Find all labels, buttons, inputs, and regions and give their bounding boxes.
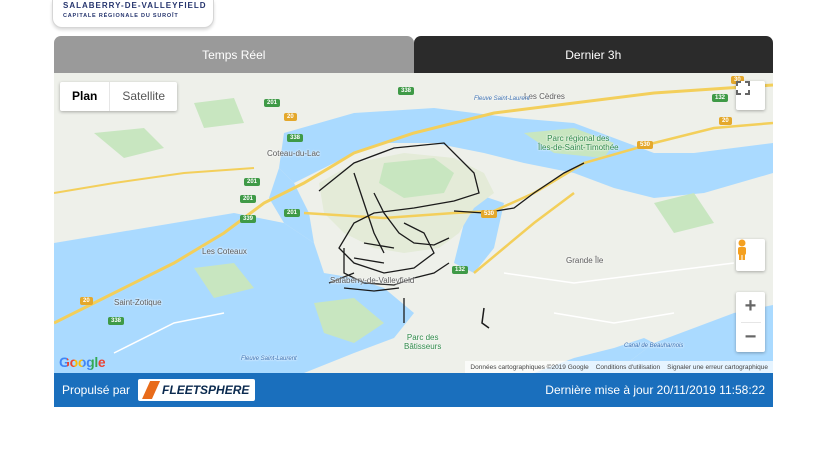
route-201: 201 <box>264 99 281 107</box>
powered-by-label: Propulsé par <box>62 383 131 397</box>
zoom-control: + − <box>736 292 765 352</box>
fleetsphere-wordmark: FLEETSPHERE <box>162 383 250 397</box>
terms-link[interactable]: Conditions d'utilisation <box>596 364 660 371</box>
label-saint-zotique: Saint-Zotique <box>114 298 162 307</box>
fleetsphere-mark-icon <box>142 381 161 399</box>
fleetsphere-logo[interactable]: FLEETSPHERE <box>138 379 256 401</box>
label-batisseurs-line2: Bâtisseurs <box>404 342 442 351</box>
label-fleuve-2: Fleuve Saint-Laurent <box>241 356 297 362</box>
zoom-in-button[interactable]: + <box>736 292 765 322</box>
street-view-button[interactable] <box>736 239 765 271</box>
tab-dernier-3h[interactable]: Dernier 3h <box>413 36 773 73</box>
fleetsphere-logo-box: FLEETSPHERE <box>138 379 256 401</box>
google-wordmark: Google <box>59 354 106 370</box>
label-grande-ile: Grande Île <box>566 256 604 265</box>
report-error-link[interactable]: Signaler une erreur cartographique <box>667 364 768 371</box>
footer-bar: Propulsé par FLEETSPHERE Dernière mise à… <box>54 373 773 407</box>
map-data-attribution: Données cartographiques ©2019 Google <box>470 363 589 371</box>
label-salaberry: Salaberry-de-Valleyfield <box>330 276 415 285</box>
route-132b: 132 <box>452 266 469 274</box>
route-338c: 338 <box>108 317 125 325</box>
label-coteau-du-lac: Coteau-du-Lac <box>267 149 320 158</box>
route-530: 530 <box>637 141 654 149</box>
label-batisseurs-line1: Parc des <box>406 333 439 342</box>
tab-temps-reel[interactable]: Temps Réel <box>54 36 414 73</box>
label-canal: Canal de Beauharnois <box>624 343 684 349</box>
google-logo: Google <box>59 354 106 370</box>
route-339: 339 <box>240 215 257 223</box>
route-201d: 201 <box>284 209 301 217</box>
route-20c: 20 <box>719 117 732 125</box>
label-les-cedres: Les Cèdres <box>524 92 565 101</box>
fullscreen-icon <box>736 81 750 95</box>
map-type-satellite-button[interactable]: Satellite <box>109 82 177 111</box>
tab-bar: Temps Réel Dernier 3h <box>54 36 773 73</box>
label-parc-iles: Parc régional des Îles-de-Saint-Timothée <box>538 134 619 152</box>
map-type-plan-button[interactable]: Plan <box>60 82 109 111</box>
route-201b: 201 <box>244 178 261 186</box>
label-park-line1: Parc régional des <box>547 134 610 143</box>
route-201c: 201 <box>240 195 257 203</box>
logo-title: SALABERRY-DE-VALLEYFIELD <box>63 1 207 10</box>
pegman-icon <box>738 239 746 260</box>
zoom-out-button[interactable]: − <box>736 323 765 353</box>
route-338b: 338 <box>287 134 304 142</box>
label-park-line2: Îles-de-Saint-Timothée <box>538 143 619 152</box>
city-logo: SALABERRY-DE-VALLEYFIELD CAPITALE RÉGION… <box>52 0 214 28</box>
label-les-coteaux: Les Coteaux <box>202 247 247 256</box>
route-20: 20 <box>284 113 297 121</box>
map-type-control: Plan Satellite <box>60 82 178 111</box>
route-530b: 530 <box>481 210 498 218</box>
fullscreen-button[interactable] <box>736 81 765 110</box>
label-fleuve-1: Fleuve Saint-Laurent <box>474 96 530 102</box>
label-parc-batisseurs: Parc des Bâtisseurs <box>404 333 441 351</box>
route-20b: 20 <box>80 297 93 305</box>
last-update-label: Dernière mise à jour 20/11/2019 11:58:22 <box>545 383 765 397</box>
map-view[interactable]: Plan Satellite Coteau-du-Lac Les Cèdres … <box>54 73 773 373</box>
logo-subtitle: CAPITALE RÉGIONALE DU SUROÎT <box>63 13 179 19</box>
map-attribution: Données cartographiques ©2019 Google Con… <box>465 361 773 373</box>
route-132a: 132 <box>712 94 729 102</box>
route-338: 338 <box>398 87 415 95</box>
map-canvas <box>54 73 773 373</box>
